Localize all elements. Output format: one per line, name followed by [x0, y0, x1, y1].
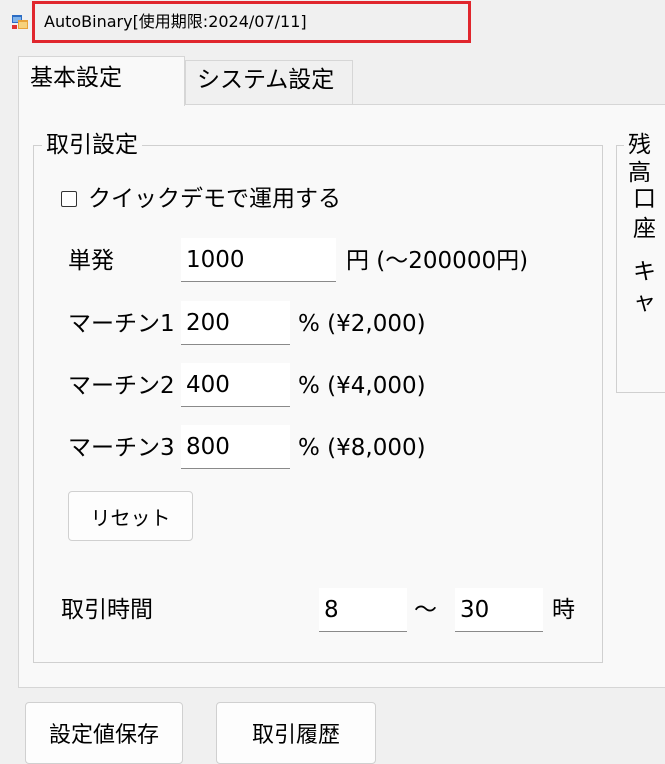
tab-basic-settings[interactable]: 基本設定 — [18, 56, 185, 106]
balance-title: 残高 — [624, 131, 665, 187]
trade-settings-title: 取引設定 — [42, 131, 142, 159]
martin3-label: マーチン3 — [68, 435, 175, 461]
reset-button[interactable]: リセット — [68, 491, 193, 541]
martin1-suffix: % (¥2,000) — [298, 311, 426, 337]
trade-settings-group — [33, 145, 603, 663]
martin2-suffix: % (¥4,000) — [298, 373, 426, 399]
martin1-label: マーチン1 — [68, 311, 175, 337]
tab-system-settings[interactable]: システム設定 — [185, 60, 353, 104]
window-title: AutoBinary[使用期限:2024/07/11] — [44, 12, 307, 31]
tab-system-settings-label: システム設定 — [197, 67, 335, 93]
martin2-label: マーチン2 — [68, 373, 175, 399]
martin3-input[interactable] — [181, 425, 290, 469]
save-settings-button[interactable]: 設定値保存 — [25, 702, 183, 764]
single-amount-suffix: 円 (～200000円) — [346, 248, 529, 274]
trade-history-button[interactable]: 取引履歴 — [216, 702, 376, 764]
trade-time-unit: 時 — [552, 597, 575, 623]
balance-cash-label: キャ — [633, 259, 656, 315]
quick-demo-checkbox[interactable] — [61, 191, 77, 207]
app-icon — [11, 12, 29, 30]
single-label: 単発 — [68, 248, 114, 274]
title-bar: AutoBinary[使用期限:2024/07/11] — [0, 0, 665, 46]
balance-account-label: 口座 — [633, 186, 656, 242]
trade-time-separator: ～ — [414, 597, 437, 623]
martin3-suffix: % (¥8,000) — [298, 435, 426, 461]
tab-basic-settings-label: 基本設定 — [30, 65, 122, 91]
quick-demo-label[interactable]: クイックデモで運用する — [88, 184, 341, 214]
single-amount-input[interactable] — [181, 238, 336, 282]
martin2-input[interactable] — [181, 363, 290, 407]
trade-time-end-input[interactable] — [455, 588, 543, 632]
trade-time-label: 取引時間 — [61, 597, 153, 623]
trade-time-start-input[interactable] — [319, 588, 407, 632]
martin1-input[interactable] — [181, 301, 290, 345]
